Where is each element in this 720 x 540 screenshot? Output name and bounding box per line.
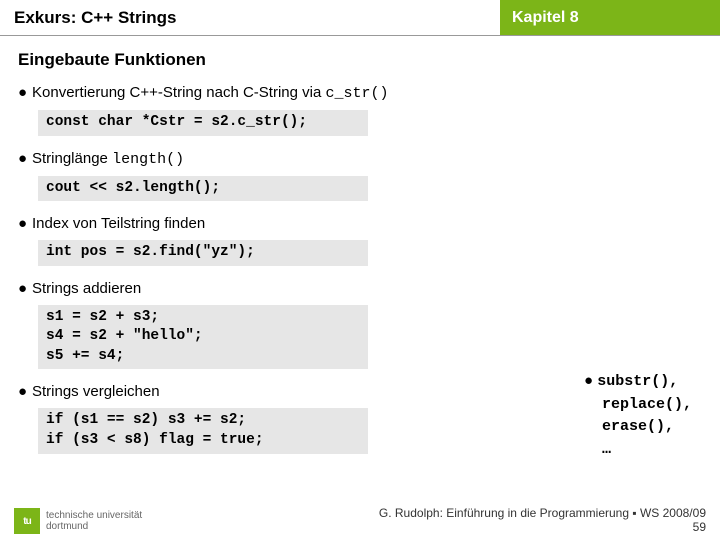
- bullet-5-text: Strings vergleichen: [32, 383, 160, 400]
- uni-line-1: technische universität: [46, 510, 142, 521]
- side-methods-list: ● substr(), replace(), erase(), …: [584, 370, 692, 461]
- bullet-1: ●Konvertierung C++-String nach C-String …: [18, 84, 702, 102]
- codebox-1: const char *Cstr = s2.c_str();: [38, 110, 368, 136]
- bullet-4: ●Strings addieren: [18, 280, 702, 297]
- bullet-dot: ●: [18, 84, 32, 101]
- side-line-1: substr(),: [597, 373, 678, 390]
- bullet-dot: ●: [18, 383, 32, 400]
- side-line-4: …: [602, 441, 611, 458]
- bullet-3: ●Index von Teilstring finden: [18, 215, 702, 232]
- credit-line: G. Rudolph: Einführung in die Programmie…: [379, 506, 706, 520]
- side-line-2: replace(),: [602, 396, 692, 413]
- header: Exkurs: C++ Strings Kapitel 8: [0, 0, 720, 36]
- footer-right: G. Rudolph: Einführung in die Programmie…: [379, 506, 706, 534]
- codebox-4: s1 = s2 + s3; s4 = s2 + "hello"; s5 += s…: [38, 305, 368, 370]
- bullet-3-text: Index von Teilstring finden: [32, 215, 205, 232]
- footer: tu technische universität dortmund G. Ru…: [14, 506, 706, 534]
- bullet-dot: ●: [18, 215, 32, 232]
- bullet-2: ●Stringlänge length(): [18, 150, 702, 168]
- header-chapter: Kapitel 8: [500, 0, 720, 35]
- bullet-dot: ●: [18, 280, 32, 297]
- codebox-2: cout << s2.length();: [38, 176, 368, 202]
- uni-line-2: dortmund: [46, 521, 88, 532]
- section-title: Eingebaute Funktionen: [18, 50, 702, 70]
- bullet-2-text: Stringlänge: [32, 150, 112, 167]
- bullet-2-inline-code: length(): [112, 151, 184, 168]
- side-line-3: erase(),: [602, 418, 674, 435]
- bullet-dot: ●: [584, 372, 597, 389]
- logo-wrap: tu technische universität dortmund: [14, 508, 142, 534]
- university-name: technische universität dortmund: [46, 510, 142, 532]
- tu-logo-icon: tu: [14, 508, 40, 534]
- codebox-5: if (s1 == s2) s3 += s2; if (s3 < s8) fla…: [38, 408, 368, 453]
- page-number: 59: [693, 520, 706, 534]
- bullet-4-text: Strings addieren: [32, 280, 141, 297]
- header-left-title: Exkurs: C++ Strings: [0, 0, 500, 35]
- codebox-3: int pos = s2.find("yz");: [38, 240, 368, 266]
- bullet-dot: ●: [18, 150, 32, 167]
- bullet-1-inline-code: c_str(): [325, 85, 388, 102]
- bullet-1-text: Konvertierung C++-String nach C-String v…: [32, 84, 325, 101]
